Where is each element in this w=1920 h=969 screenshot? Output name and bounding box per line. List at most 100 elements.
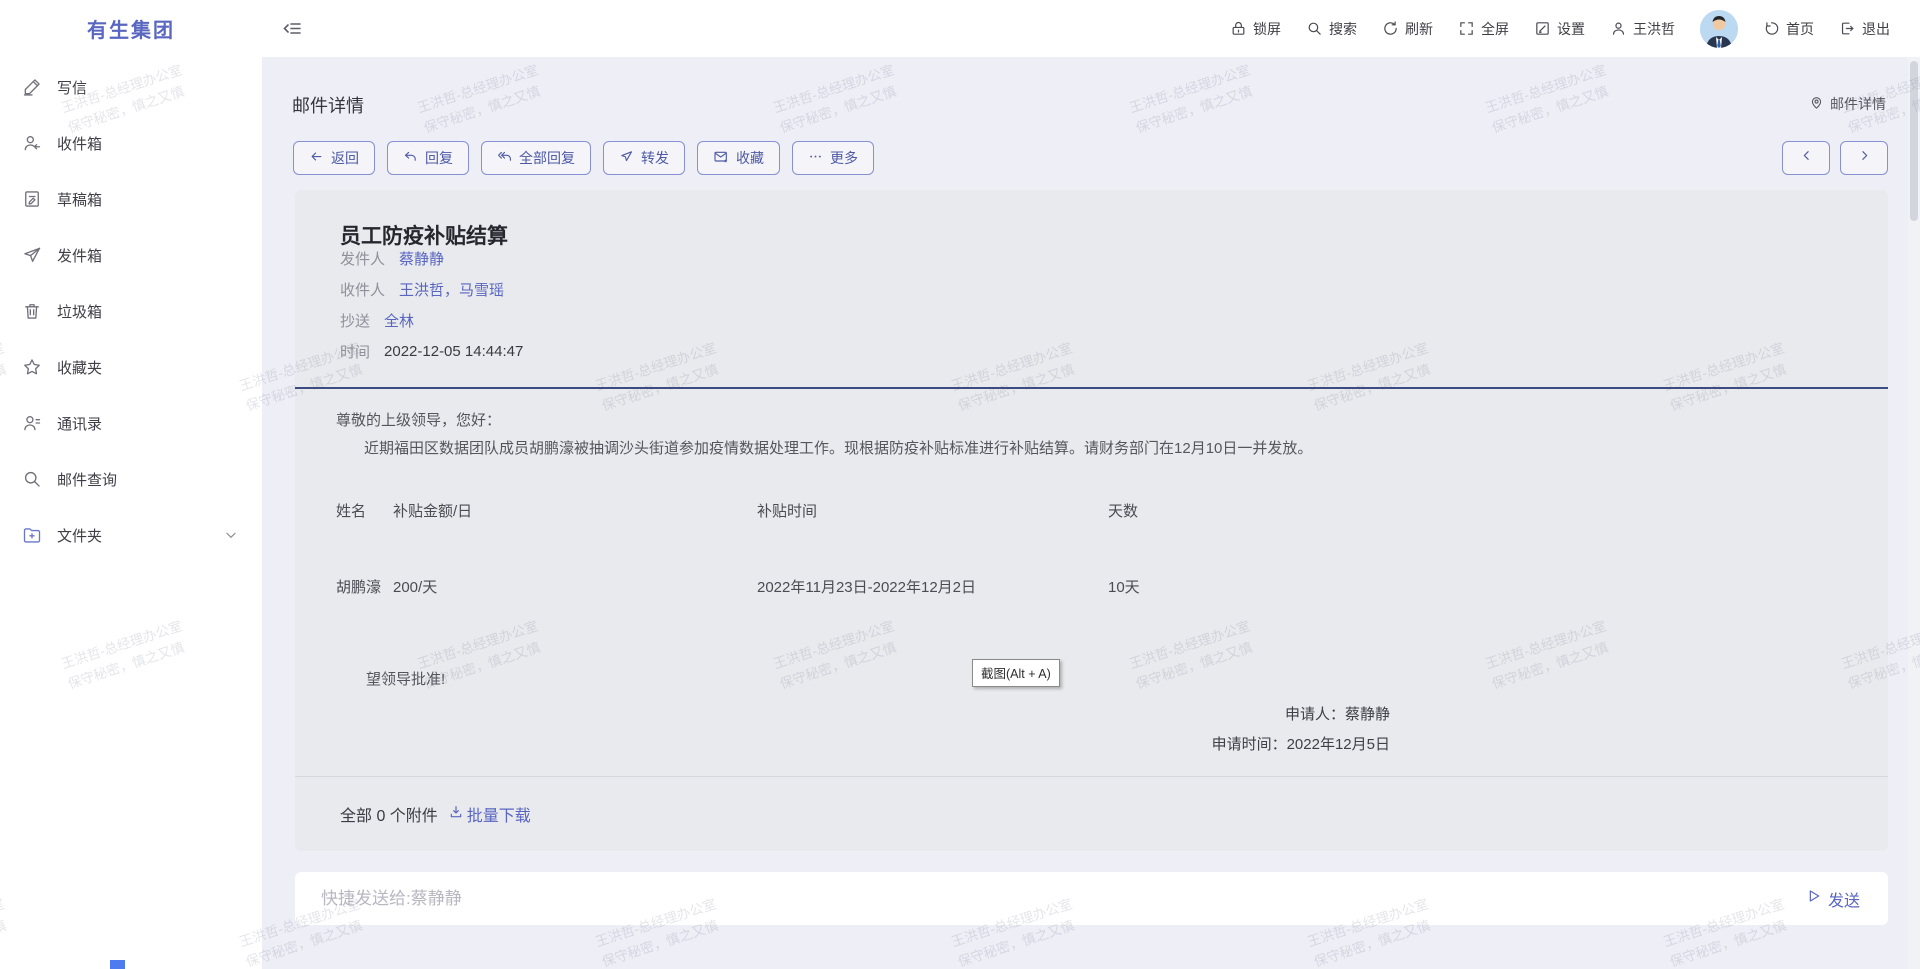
logout-icon: [1839, 20, 1856, 37]
sidebar-item-folders[interactable]: 文件夹: [0, 512, 262, 558]
sidebar-item-label: 文件夹: [57, 525, 102, 546]
search-icon: [22, 469, 42, 489]
settings-label: 设置: [1557, 19, 1585, 39]
reply-all-button[interactable]: 全部回复: [481, 141, 591, 175]
arrow-left-icon: [309, 149, 324, 167]
sidebar-item-label: 收件箱: [57, 133, 102, 154]
table-header-period: 补贴时间: [757, 500, 817, 521]
lock-icon: [1230, 20, 1247, 37]
refresh-icon: [1382, 20, 1399, 37]
favorite-label: 收藏: [736, 148, 764, 168]
mail-star-icon: [713, 149, 729, 168]
home-label: 首页: [1786, 19, 1814, 39]
table-header-days: 天数: [1108, 500, 1138, 521]
company-logo: 有生集团: [0, 0, 262, 57]
from-value[interactable]: 蔡静静: [399, 248, 444, 269]
user-list-icon: [22, 413, 42, 433]
send-button[interactable]: 发送: [1806, 872, 1860, 925]
back-label: 返回: [331, 148, 359, 168]
quick-send-bar: 发送: [295, 872, 1888, 925]
logout-label: 退出: [1862, 19, 1890, 39]
table-header-amount: 补贴金额/日: [393, 500, 472, 521]
back-home-icon: [1763, 20, 1780, 37]
send-label: 发送: [1828, 887, 1860, 911]
table-cell-amount: 200/天: [393, 576, 437, 597]
trash-icon: [22, 301, 42, 321]
settings-button[interactable]: 设置: [1534, 19, 1585, 39]
home-button[interactable]: 首页: [1763, 19, 1814, 39]
star-icon: [22, 357, 42, 377]
favorite-button[interactable]: 收藏: [697, 141, 780, 175]
sidebar-item-favorites[interactable]: 收藏夹: [0, 344, 262, 390]
screenshot-tooltip: 截图(Alt + A): [972, 659, 1060, 687]
mail-cc-row: 抄送 全林: [340, 308, 414, 332]
sidebar-item-label: 邮件查询: [57, 469, 117, 490]
logout-button[interactable]: 退出: [1839, 19, 1890, 39]
to-label: 收件人: [340, 279, 385, 300]
forward-button[interactable]: 转发: [603, 141, 685, 175]
mail-time-row: 时间 2022-12-05 14:44:47: [340, 339, 523, 363]
sidebar-item-contacts[interactable]: 通讯录: [0, 400, 262, 446]
user-avatar[interactable]: [1700, 10, 1738, 48]
attachments-footer: 全部 0 个附件 批量下载: [295, 776, 1888, 851]
reply-button[interactable]: 回复: [387, 141, 469, 175]
cc-label: 抄送: [340, 310, 370, 331]
sidebar: 写信 收件箱 草稿箱 发件箱: [0, 57, 262, 969]
main-content: 邮件详情 邮件详情 返回: [262, 57, 1920, 969]
cc-value[interactable]: 全林: [384, 310, 414, 331]
sidebar-item-inbox[interactable]: 收件箱: [0, 120, 262, 166]
batch-download-link[interactable]: 批量下载: [448, 802, 531, 826]
sidebar-item-sent[interactable]: 发件箱: [0, 232, 262, 278]
breadcrumb: 邮件详情: [1809, 94, 1886, 114]
sidebar-item-label: 发件箱: [57, 245, 102, 266]
page-title: 邮件详情: [292, 92, 364, 118]
sidebar-item-label: 垃圾箱: [57, 301, 102, 322]
from-label: 发件人: [340, 248, 385, 269]
sidebar-item-compose[interactable]: 写信: [0, 64, 262, 110]
sidebar-item-trash[interactable]: 垃圾箱: [0, 288, 262, 334]
next-mail-button[interactable]: [1840, 141, 1888, 175]
prev-mail-button[interactable]: [1782, 141, 1830, 175]
mail-greeting: 尊敬的上级领导，您好：: [336, 409, 501, 430]
apply-time-line: 申请时间：2022年12月5日: [940, 730, 1390, 760]
fullscreen-label: 全屏: [1481, 19, 1509, 39]
bottom-edge-widget: [110, 960, 125, 969]
lock-screen-button[interactable]: 锁屏: [1230, 19, 1281, 39]
person-icon: [1610, 20, 1627, 37]
batch-download-label: 批量下载: [467, 802, 531, 826]
mail-header-divider: [295, 387, 1888, 389]
back-button[interactable]: 返回: [293, 141, 375, 175]
to-value[interactable]: 王洪哲，马雪瑶: [399, 279, 504, 300]
quick-send-input[interactable]: [295, 872, 1888, 925]
fullscreen-button[interactable]: 全屏: [1458, 19, 1509, 39]
search-icon: [1306, 20, 1323, 37]
ellipsis-icon: [808, 149, 823, 167]
search-button[interactable]: 搜索: [1306, 19, 1357, 39]
more-label: 更多: [830, 148, 858, 168]
lock-screen-label: 锁屏: [1253, 19, 1281, 39]
sidebar-item-drafts[interactable]: 草稿箱: [0, 176, 262, 222]
chevron-right-icon: [1858, 149, 1871, 167]
sidebar-item-label: 收藏夹: [57, 357, 102, 378]
sidebar-item-mail-search[interactable]: 邮件查询: [0, 456, 262, 502]
attachments-summary: 全部 0 个附件: [340, 802, 438, 826]
scrollbar-thumb[interactable]: [1910, 61, 1918, 221]
folder-plus-icon: [22, 525, 42, 545]
current-user[interactable]: 王洪哲: [1610, 19, 1675, 39]
reply-label: 回复: [425, 148, 453, 168]
download-icon: [448, 804, 464, 825]
menu-collapse-button[interactable]: [280, 17, 304, 41]
table-cell-name: 胡鹏濠: [336, 576, 381, 597]
refresh-label: 刷新: [1405, 19, 1433, 39]
top-header: 有生集团 锁屏: [0, 0, 1920, 57]
table-header-name: 姓名: [336, 500, 366, 521]
header-actions: 锁屏 搜索 刷新: [1230, 0, 1890, 57]
location-pin-icon: [1809, 95, 1824, 113]
current-user-name: 王洪哲: [1633, 19, 1675, 39]
vertical-scrollbar: [1908, 57, 1920, 969]
table-cell-period: 2022年11月23日-2022年12月2日: [757, 576, 976, 597]
table-cell-days: 10天: [1108, 576, 1140, 597]
applicant-block: 申请人：蔡静静 申请时间：2022年12月5日: [940, 700, 1390, 760]
refresh-button[interactable]: 刷新: [1382, 19, 1433, 39]
more-button[interactable]: 更多: [792, 141, 874, 175]
